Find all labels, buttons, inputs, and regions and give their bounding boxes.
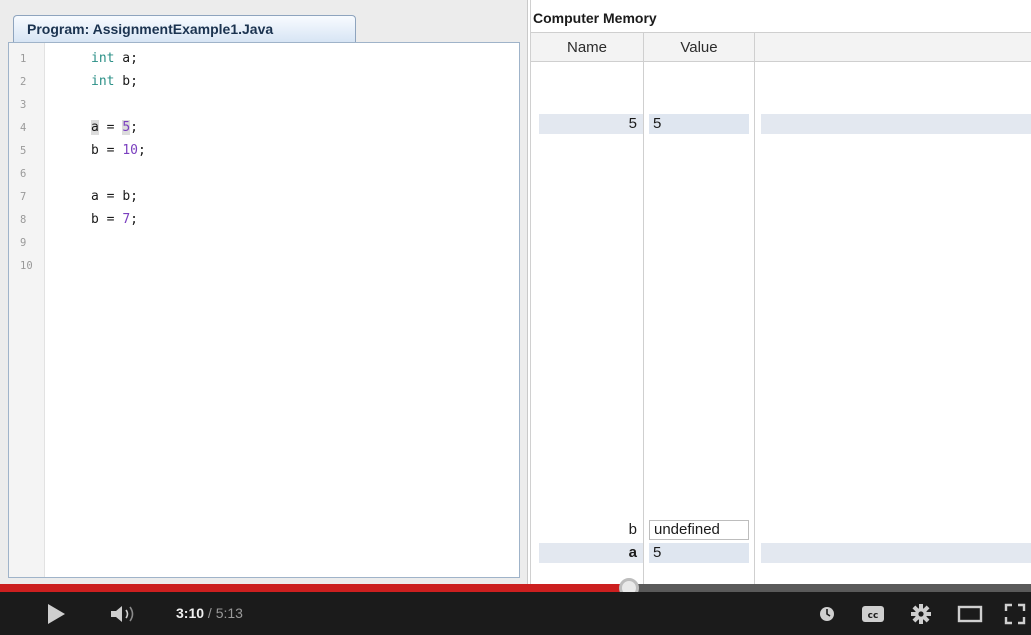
memory-table-header: Name Value [531,32,1031,62]
current-time: 3:10 [176,605,205,621]
memory-name-cell: 5 [628,115,637,132]
code-literal: 7 [122,212,131,227]
code-operator: = [98,143,123,158]
code-operator: = [98,212,123,227]
progress-played [0,584,629,592]
watch-later-button[interactable] [812,592,842,635]
keyword: int [91,74,115,89]
settings-icon [911,603,931,624]
captions-icon: cc [862,605,884,622]
memory-row-band [761,114,1031,134]
column-divider [754,32,755,584]
code-text: ; [130,120,138,135]
code-line: a = 5; [91,120,138,135]
line-number: 2 [20,76,27,88]
memory-value-cell: undefined [649,520,749,540]
memory-value-cell: 5 [649,114,749,134]
code-literal: 10 [122,143,138,158]
code-text: b; [114,74,138,89]
code-line: int a; [91,51,138,66]
play-button[interactable] [36,592,76,635]
computer-memory-panel: Computer Memory Name Value 5 5 b undefin… [530,0,1031,584]
volume-icon [111,605,134,622]
memory-value-cell: 5 [649,543,749,563]
program-tab[interactable]: Program: AssignmentExample1.Java [13,15,356,43]
line-number: 3 [20,99,27,111]
line-number: 10 [20,260,33,272]
line-number: 7 [20,191,27,203]
theater-mode-icon [957,605,983,622]
code-editor[interactable]: 1 2 3 4 5 6 7 8 9 10 int a; int b; a = 5… [8,42,520,578]
code-line: a = b; [91,189,138,204]
code-variable: b [91,212,99,227]
code-text: ; [137,143,146,158]
code-line: b = 10; [91,143,146,158]
code-variable: b [91,143,99,158]
volume-button[interactable] [102,592,146,635]
code-editor-panel: Program: AssignmentExample1.Java 1 2 3 4… [0,0,528,584]
play-icon [48,603,65,624]
code-text: ; [130,212,138,227]
captions-button[interactable]: cc [856,592,890,635]
column-divider [643,32,644,584]
player-controls: 3:10 / 5:13 cc [0,592,1031,635]
line-number: 6 [20,168,27,180]
line-number: 4 [20,122,27,134]
keyword: int [91,51,115,66]
fullscreen-icon [1004,603,1025,624]
line-number: 8 [20,214,27,226]
code-text: a; [114,51,138,66]
line-number-gutter: 1 2 3 4 5 6 7 8 9 10 [9,43,45,577]
video-progress-bar[interactable] [0,578,1031,598]
time-display: 3:10 / 5:13 [176,592,243,635]
settings-button[interactable] [904,592,938,635]
theater-mode-button[interactable] [952,592,988,635]
watch-later-icon [820,606,834,621]
value-column-header[interactable]: Value [644,33,754,62]
svg-text:cc: cc [868,611,879,621]
code-variable: a [91,189,99,204]
code-operator: = [98,120,123,135]
line-number: 1 [20,53,27,65]
name-column-header[interactable]: Name [531,33,643,62]
code-line: b = 7; [91,212,138,227]
highlighted-variable: a [91,120,99,135]
total-time: / 5:13 [207,605,243,621]
memory-title: Computer Memory [533,10,657,26]
memory-row-band [761,543,1031,563]
code-variable: b [122,189,131,204]
memory-name-cell: a [628,544,637,561]
memory-name-cell: b [628,521,637,538]
line-number: 9 [20,237,27,249]
code-operator: = [98,189,123,204]
code-text: ; [130,189,138,204]
highlighted-literal: 5 [122,120,131,135]
fullscreen-button[interactable] [998,592,1031,635]
code-line: int b; [91,74,138,89]
line-number: 5 [20,145,27,157]
